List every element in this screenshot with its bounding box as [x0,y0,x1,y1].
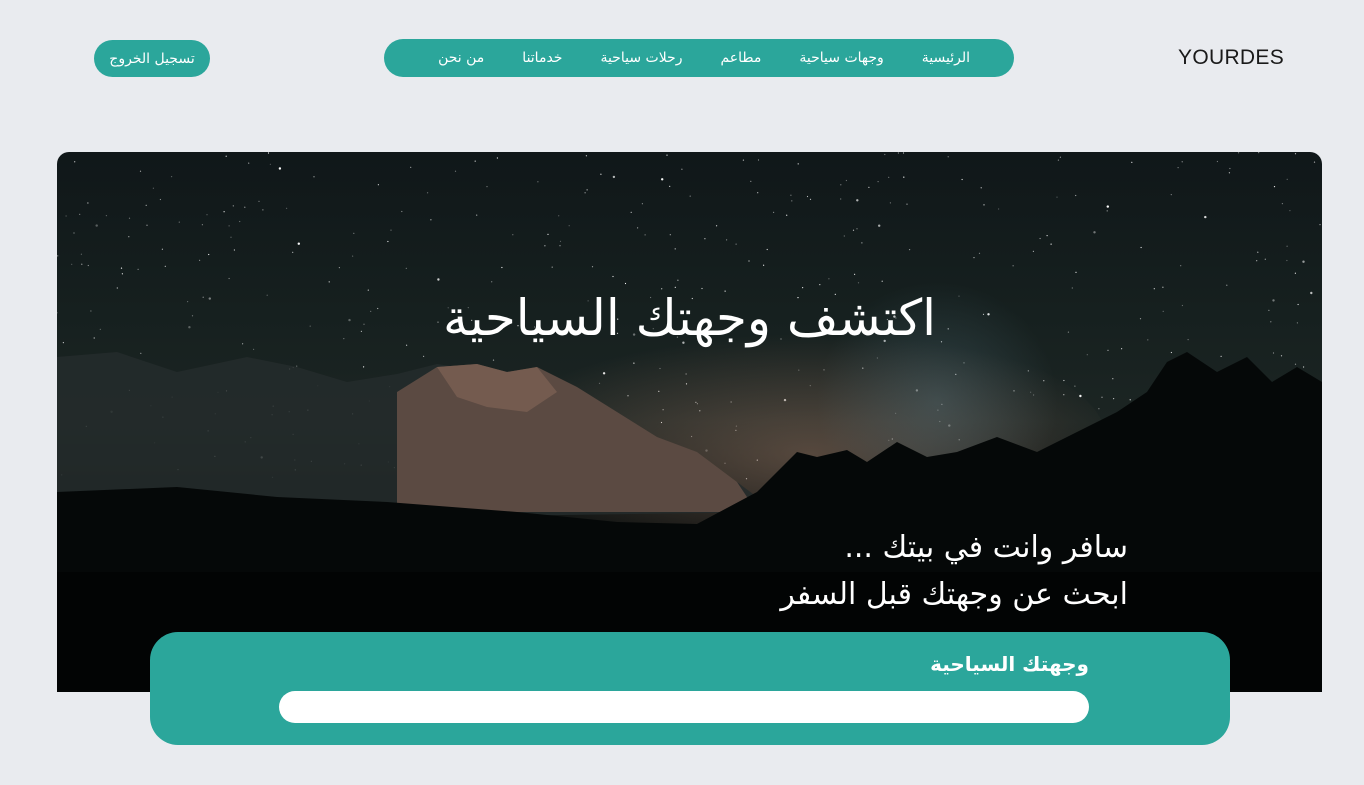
hero-title: اكتشف وجهتك السياحية [442,289,937,347]
nav-item-restaurants[interactable]: مطاعم [720,50,761,66]
hero-background-image [57,152,1322,692]
nav-item-destinations[interactable]: وجهات سياحية [799,50,883,66]
nav-item-about[interactable]: من نحن [438,50,484,66]
hero-subtitle: سافر وانت في بيتك ... ابحث عن وجهتك قبل … [780,524,1128,618]
search-label: وجهتك السياحية [930,652,1089,676]
nav-item-trips[interactable]: رحلات سياحية [600,50,682,66]
hero-subtitle-line-2: ابحث عن وجهتك قبل السفر [780,577,1128,612]
hero-subtitle-line-1: سافر وانت في بيتك ... [844,530,1128,565]
nav-item-services[interactable]: خدماتنا [522,50,562,66]
destination-search-input[interactable] [279,691,1089,723]
site-logo[interactable]: YOURDES [1178,46,1284,70]
logout-button[interactable]: تسجيل الخروج [94,40,210,77]
main-nav: الرئيسية وجهات سياحية مطاعم رحلات سياحية… [384,39,1014,77]
nav-item-home[interactable]: الرئيسية [922,50,970,66]
search-card: وجهتك السياحية [150,632,1230,745]
hero-banner: اكتشف وجهتك السياحية سافر وانت في بيتك .… [57,152,1322,692]
